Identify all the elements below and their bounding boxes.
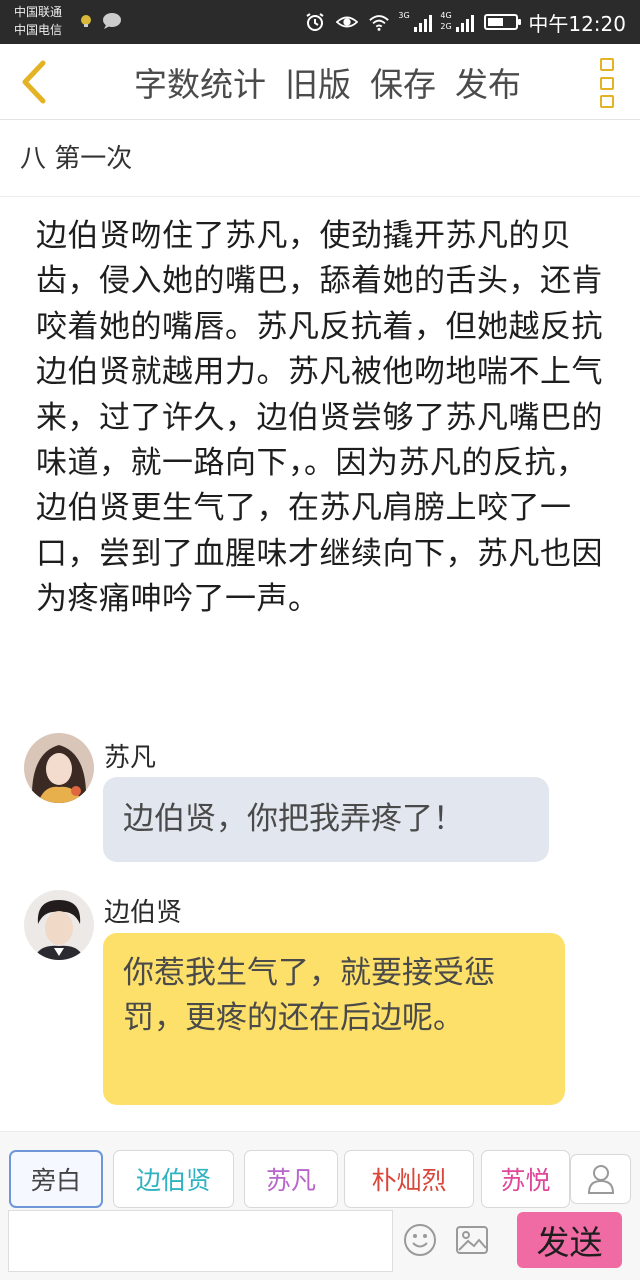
lightbulb-icon (81, 15, 91, 27)
send-button[interactable]: 发送 (517, 1212, 622, 1268)
role-tab-3[interactable]: 朴灿烈 (344, 1150, 474, 1208)
chapter-title[interactable]: 八 第一次 (20, 138, 132, 175)
more-dot (600, 76, 614, 90)
speaker-name: 苏凡 (104, 743, 157, 773)
image-icon (456, 1226, 488, 1254)
wifi-icon (369, 15, 390, 31)
toolbar-actions: 字数统计 旧版 保存 发布 (134, 44, 540, 120)
speaker-name: 边伯贤 (104, 898, 183, 928)
smiley-icon (404, 1224, 436, 1256)
role-tab-2[interactable]: 苏凡 (244, 1150, 338, 1208)
avatar (24, 733, 94, 803)
message-input[interactable] (8, 1210, 393, 1272)
role-tab-1[interactable]: 边伯贤 (113, 1150, 234, 1208)
toolbar-action-0[interactable]: 字数统计 (134, 58, 266, 106)
narration-paragraph[interactable]: 边伯贤吻住了苏凡，使劲撬开苏凡的贝齿，侵入她的嘴巴，舔着她的舌头，还肯咬着她的嘴… (36, 214, 606, 623)
more-button[interactable] (600, 58, 616, 108)
more-dot (600, 58, 614, 71)
emoji-button[interactable] (400, 1220, 440, 1260)
toolbar-action-2[interactable]: 保存 (370, 58, 436, 106)
message-bubble[interactable]: 边伯贤，你把我弄疼了！ (103, 777, 549, 862)
chevron-left-icon (22, 60, 46, 104)
avatar (24, 890, 94, 960)
clock: 中午12:20 (528, 11, 626, 36)
message-bubble[interactable]: 你惹我生气了，就要接受惩罚，更疼的还在后边呢。 (103, 933, 565, 1105)
chat-bubble-icon (103, 13, 121, 29)
eye-icon (336, 16, 359, 28)
toolbar-action-1[interactable]: 旧版 (285, 58, 351, 106)
more-dot (600, 95, 614, 108)
user-icon (587, 1165, 614, 1194)
signal-4g-icon: 4G 2G (440, 11, 475, 32)
profile-button[interactable] (570, 1154, 631, 1204)
network-1-label: 3G (398, 11, 410, 20)
carrier-2-label: 中国电信 (14, 23, 63, 37)
toolbar-action-3[interactable]: 发布 (455, 58, 521, 106)
battery-icon (484, 14, 522, 30)
signal-3g-icon: 3G (398, 11, 433, 32)
status-bar: 中国联通 中国电信 3G 4G 2G 中午12:20 (0, 0, 640, 44)
network-3-label: 2G (440, 22, 452, 31)
network-2-label: 4G (440, 11, 452, 20)
editor-toolbar: 字数统计 旧版 保存 发布 (0, 44, 640, 120)
image-button[interactable] (452, 1220, 492, 1260)
title-divider (0, 196, 640, 197)
back-button[interactable] (12, 56, 56, 108)
alarm-icon (306, 13, 324, 31)
role-tab-0[interactable]: 旁白 (9, 1150, 103, 1208)
carrier-1-label: 中国联通 (14, 5, 63, 19)
role-tab-4[interactable]: 苏悦 (481, 1150, 570, 1208)
